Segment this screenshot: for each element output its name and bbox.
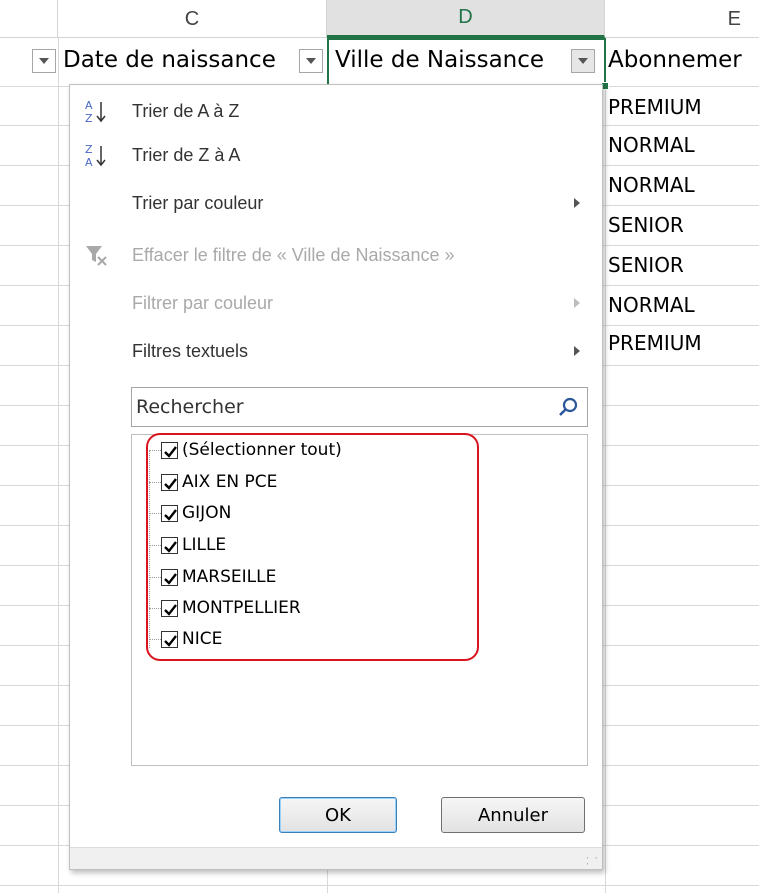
cell-value[interactable]: SENIOR (608, 213, 684, 237)
cell-value[interactable]: PREMIUM (608, 95, 702, 119)
svg-text:Z: Z (85, 112, 93, 125)
sort-descending-icon: Z A (85, 143, 106, 169)
menu-filter-by-color: Filtrer par couleur (70, 281, 602, 325)
search-icon[interactable] (557, 396, 579, 418)
cell-value[interactable]: NORMAL (608, 133, 695, 157)
menu-label: Trier de Z à A (132, 144, 241, 165)
search-input[interactable] (132, 388, 552, 426)
resize-grip-icon[interactable]: · · · (586, 853, 599, 870)
menu-label: Filtres textuels (132, 340, 249, 361)
cell-value[interactable]: SENIOR (608, 253, 684, 277)
cancel-button[interactable]: Annuler (441, 797, 585, 833)
svg-text:Z: Z (85, 143, 93, 156)
menu-sort-z-a[interactable]: Z A Trier de Z à A (70, 133, 602, 177)
column-header-e[interactable]: E (605, 0, 759, 38)
column-header-d[interactable]: D (327, 0, 605, 38)
submenu-arrow-icon (574, 298, 580, 308)
menu-sort-a-z[interactable]: A Z Trier de A à Z (70, 89, 602, 133)
menu-label: Effacer le filtre de « Ville de Naissanc… (132, 244, 455, 265)
search-box (131, 387, 588, 427)
menu-sort-by-color[interactable]: Trier par couleur (70, 181, 602, 225)
cell-value[interactable]: NORMAL (608, 173, 695, 197)
sort-ascending-icon: A Z (85, 99, 106, 125)
header-abonnement[interactable]: Abonnemer (608, 47, 742, 73)
menu-clear-filter: Effacer le filtre de « Ville de Naissanc… (70, 233, 602, 277)
menu-text-filters[interactable]: Filtres textuels (70, 329, 602, 373)
submenu-arrow-icon (574, 346, 580, 356)
cell-value[interactable]: PREMIUM (608, 331, 702, 355)
filter-dropdown-button[interactable] (32, 49, 56, 73)
menu-label: Filtrer par couleur (132, 292, 274, 313)
column-header-bar: C D E (0, 0, 759, 38)
ok-button[interactable]: OK (279, 797, 397, 833)
column-header-c[interactable]: C (58, 0, 327, 38)
filter-dropdown-button-date[interactable] (299, 49, 323, 73)
submenu-arrow-icon (574, 198, 580, 208)
clear-filter-icon (86, 246, 107, 266)
header-date-naissance[interactable]: Date de naissance (63, 47, 276, 73)
highlight-annotation (146, 433, 479, 661)
menu-label: Trier par couleur (132, 192, 264, 213)
svg-text:A: A (85, 156, 93, 169)
grid-line (0, 885, 759, 886)
cell-value[interactable]: NORMAL (608, 293, 695, 317)
svg-text:A: A (85, 99, 93, 112)
active-cell-outline (327, 38, 606, 86)
select-all-corner[interactable] (0, 0, 58, 38)
resize-strip: · · · (70, 847, 602, 870)
menu-label: Trier de A à Z (132, 100, 240, 121)
